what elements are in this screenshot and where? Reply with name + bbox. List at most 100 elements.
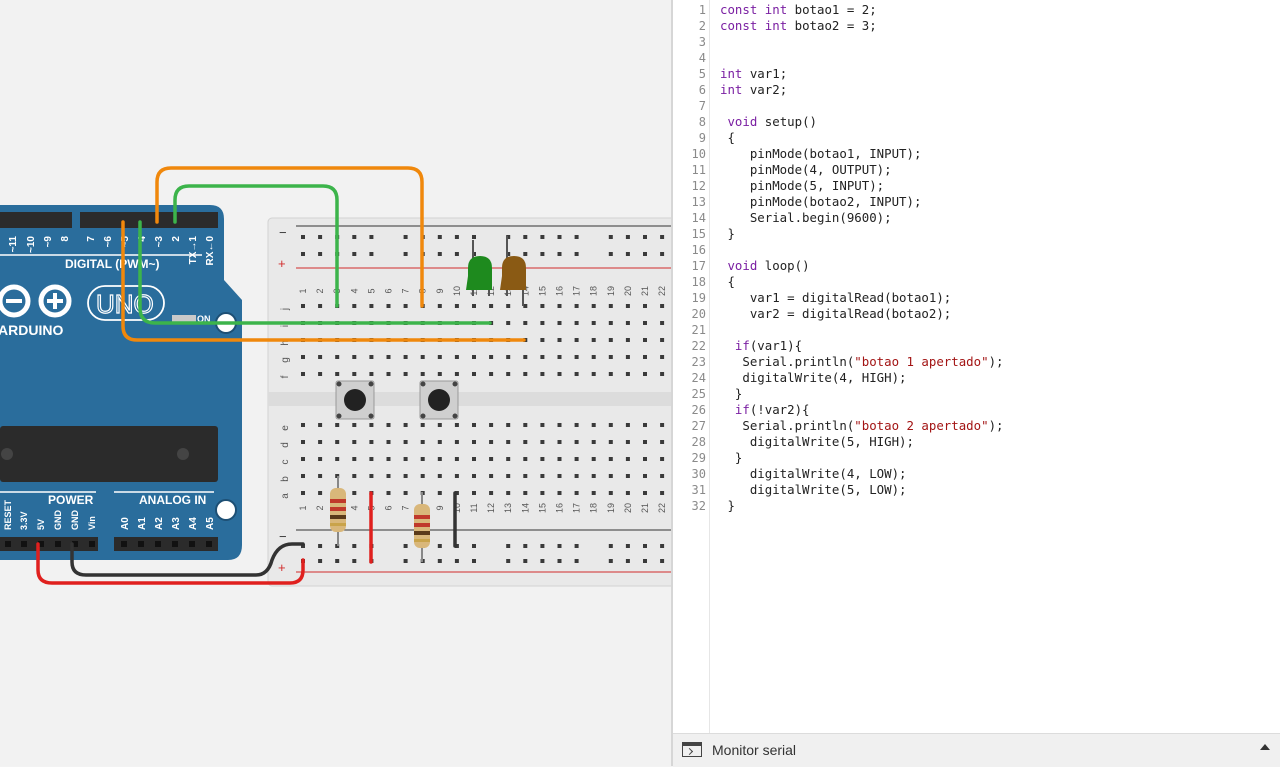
line-number: 2 [698,19,706,33]
code-line[interactable]: pinMode(4, OUTPUT); [720,162,892,178]
serial-monitor-bar[interactable]: Monitor serial [673,733,1280,767]
line-number: 4 [698,51,706,65]
code-line[interactable]: digitalWrite(5, LOW); [720,482,907,498]
line-number: 29 [691,451,706,465]
column-number: 17 [572,286,582,296]
column-number: 12 [486,503,496,513]
analog-pin-label: A1 [137,517,148,530]
line-number: 12 [691,179,706,193]
code-line[interactable]: pinMode(botao2, INPUT); [720,194,922,210]
code-line[interactable]: pinMode(5, INPUT); [720,178,884,194]
line-number: 25 [691,387,706,401]
column-number: 22 [657,286,667,296]
column-number: 18 [589,286,599,296]
serial-monitor-icon[interactable] [682,742,702,757]
arduino-board[interactable]: ~11 ~10 ~9 8 7 ~6 ~5 4 ~3 2 TX→1 RX←0 DIGITAL (PWM~… [0,205,242,560]
code-editor[interactable]: 1 2 3 4 5 6 7 8 9 10 11 12 13 14 15 16 17 18 19 20 21 22 23 24 2… [673,0,1280,733]
analog-pin-label: A3 [171,517,182,530]
row-letter: b [280,476,291,482]
code-line[interactable]: var2 = digitalRead(botao2); [720,306,951,322]
code-line[interactable]: void setup() [720,114,817,130]
line-number: 30 [691,467,706,481]
digital-pin-label: 8 [60,236,71,242]
line-number: 5 [698,67,706,81]
code-line[interactable]: digitalWrite(4, HIGH); [720,370,906,386]
line-number: 16 [691,243,706,257]
column-number: 11 [469,503,479,512]
code-line[interactable]: var1 = digitalRead(botao1); [720,290,951,306]
column-number: 6 [384,288,394,293]
code-line[interactable]: if(var1){ [720,338,802,354]
code-line[interactable]: } [720,226,734,242]
line-number: 32 [691,499,706,513]
code-line[interactable]: Serial.println("botao 2 apertado"); [720,418,1003,434]
digital-pin-label: 7 [86,236,97,242]
line-number: 20 [691,307,706,321]
column-number: 18 [589,503,599,513]
line-number: 9 [698,131,706,145]
column-number: 16 [555,503,565,513]
code-line[interactable]: { [720,274,734,290]
column-number: 17 [572,503,582,513]
column-number: 19 [606,503,616,513]
line-number: 23 [691,355,706,369]
digital-pin-label: ~6 [103,236,114,248]
rail-minus-bottom: − [279,529,287,544]
code-line[interactable]: { [720,130,734,146]
code-line[interactable]: Serial.println("botao 1 apertado"); [720,354,1003,370]
column-number: 9 [435,288,445,293]
caret-up-icon[interactable] [1260,744,1270,750]
push-button-2[interactable] [419,380,459,420]
line-number: 13 [691,195,706,209]
code-line[interactable]: } [720,450,742,466]
column-number: 21 [640,286,650,296]
code-line[interactable]: const int botao1 = 2; [720,2,877,18]
code-line[interactable]: pinMode(botao1, INPUT); [720,146,922,162]
column-number: 21 [640,503,650,513]
brand-label: ARDUINO [0,322,63,338]
column-number: 20 [623,503,633,513]
digital-pin-label: ~3 [154,236,165,248]
code-line[interactable]: digitalWrite(5, HIGH); [720,434,914,450]
column-number: 19 [606,286,616,296]
power-label: POWER [48,493,94,507]
push-button-1[interactable] [335,380,375,420]
line-number: 31 [691,483,706,497]
line-number: 15 [691,227,706,241]
code-line[interactable]: int var2; [720,82,787,98]
serial-monitor-label[interactable]: Monitor serial [712,742,796,758]
row-letter: f [280,375,291,378]
column-number: 20 [623,286,633,296]
code-line[interactable]: } [720,498,734,514]
power-pin-label: RESET [3,499,13,530]
row-letter: a [280,493,291,499]
rail-plus-top: + [278,256,286,271]
circuit-canvas[interactable]: ~11 ~10 ~9 8 7 ~6 ~5 4 ~3 2 TX→1 RX←0 DIGITAL (PWM~… [0,0,672,766]
column-number: 15 [537,286,547,296]
line-number: 17 [691,259,706,273]
column-number: 13 [503,503,513,513]
line-number: 14 [691,211,706,225]
digital-label: DIGITAL (PWM~) [65,257,160,271]
column-number: 6 [384,505,394,510]
row-letter: g [280,357,291,363]
power-pin-label: GND [53,510,63,531]
line-number: 24 [691,371,706,385]
row-letter: e [280,425,291,431]
line-number: 8 [698,115,706,129]
column-number: 15 [537,503,547,513]
row-letter: d [280,442,291,448]
code-line[interactable]: } [720,386,742,402]
code-line[interactable]: const int botao2 = 3; [720,18,877,34]
digital-pin-label: ~10 [26,236,37,253]
rail-minus-top: − [279,225,287,240]
code-line[interactable]: void loop() [720,258,809,274]
code-line[interactable]: Serial.begin(9600); [720,210,892,226]
analog-label: ANALOG IN [139,493,206,507]
analog-pin-label: A4 [188,517,199,530]
code-line[interactable]: if(!var2){ [720,402,810,418]
column-number: 1 [298,288,308,293]
analog-pin-label: A5 [205,517,216,530]
code-line[interactable]: int var1; [720,66,787,82]
code-line[interactable]: digitalWrite(4, LOW); [720,466,907,482]
